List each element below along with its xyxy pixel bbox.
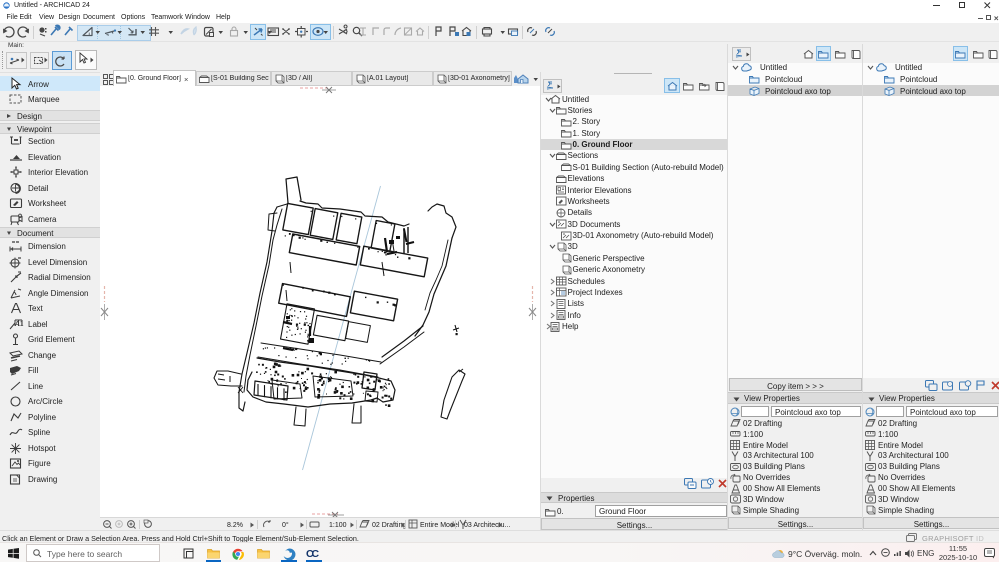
svg-text:A1: A1 (15, 321, 24, 328)
